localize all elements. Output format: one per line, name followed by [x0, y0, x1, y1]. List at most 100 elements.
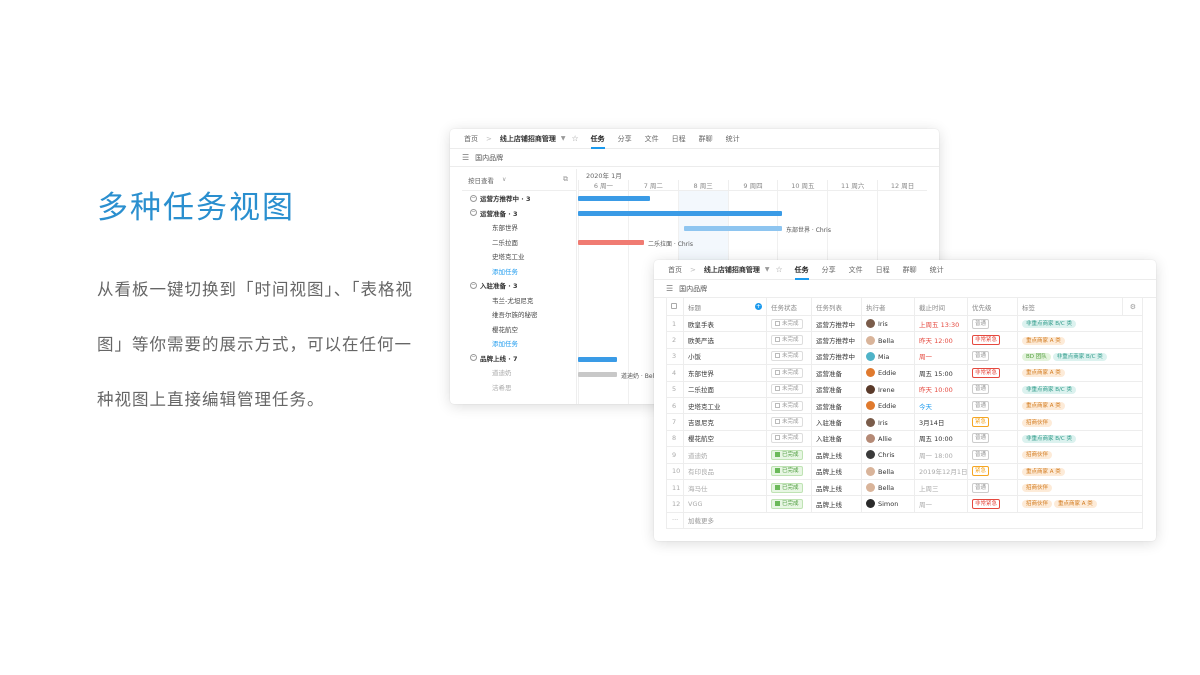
assignee-cell[interactable]: Irene — [861, 380, 915, 398]
load-more-link[interactable]: 加载更多 — [683, 511, 1143, 530]
gantt-group[interactable]: − 品牌上线 · 7 — [462, 351, 576, 366]
tags-cell[interactable]: 招商伙伴 — [1017, 446, 1143, 464]
due-date[interactable]: 昨天 10:00 — [914, 380, 968, 398]
status-cell[interactable]: 未完成 — [766, 396, 812, 415]
task-list[interactable]: 品牌上线 — [811, 478, 862, 497]
task-title[interactable]: 道迪奶 — [683, 446, 767, 464]
due-date[interactable]: 周一 — [914, 347, 968, 366]
task-list[interactable]: 品牌上线 — [811, 495, 862, 513]
checkbox-icon[interactable] — [775, 435, 780, 441]
status-badge[interactable]: 已完成 — [771, 498, 803, 509]
table-row[interactable]: 6 史塔克工业 未完成 运营准备 Eddie 今天 普通 重点商家 A 类 — [666, 396, 1143, 415]
gantt-bar[interactable] — [578, 211, 782, 216]
checkbox-icon[interactable] — [775, 402, 780, 408]
task-title[interactable]: 东部世界 — [683, 364, 767, 382]
tab-files[interactable]: 文件 — [645, 129, 659, 149]
assignee-cell[interactable]: Iris — [861, 314, 915, 333]
table-row[interactable]: 4 东部世界 未完成 运营准备 Eddie 周五 15:00 非常紧急 重点商家 A 类 — [666, 364, 1143, 382]
assignee-cell[interactable]: Chris — [861, 446, 915, 464]
task-title[interactable]: 樱花航空 — [683, 429, 767, 448]
status-cell[interactable]: 未完成 — [766, 429, 812, 448]
status-cell[interactable]: 已完成 — [766, 495, 812, 513]
status-badge[interactable]: 未完成 — [771, 335, 803, 346]
status-cell[interactable]: 已完成 — [766, 478, 812, 497]
checkbox-icon[interactable] — [775, 484, 780, 490]
task-list[interactable]: 品牌上线 — [811, 446, 862, 464]
tab-schedule[interactable]: 日程 — [672, 129, 686, 149]
tab-files[interactable]: 文件 — [849, 260, 863, 280]
task-title[interactable]: 吉恩尼克 — [683, 413, 767, 431]
status-badge[interactable]: 未完成 — [771, 384, 803, 395]
table-row[interactable]: 11 海马仕 已完成 品牌上线 Bella 上周三 普通 招商伙伴 — [666, 478, 1143, 497]
export-icon[interactable]: ⧉ — [563, 175, 568, 184]
due-date[interactable]: 周五 15:00 — [914, 364, 968, 382]
collapse-icon[interactable]: − — [470, 194, 477, 202]
status-badge[interactable]: 未完成 — [771, 351, 803, 362]
menu-icon[interactable]: ☰ — [666, 284, 673, 293]
tab-stats[interactable]: 统计 — [726, 129, 740, 149]
column-header-due[interactable]: 截止时间 — [914, 297, 968, 316]
checkbox-icon[interactable] — [775, 337, 780, 343]
table-row[interactable]: 12 VGG 已完成 品牌上线 Simon 周一 非常紧急 招商伙伴 重点商家 A 类 — [666, 495, 1143, 513]
status-badge[interactable]: 未完成 — [771, 367, 803, 378]
status-cell[interactable]: 未完成 — [766, 347, 812, 366]
tags-cell[interactable]: 非重点商家 B/C 类 — [1017, 429, 1143, 448]
status-badge[interactable]: 已完成 — [771, 482, 803, 493]
task-title[interactable]: 小饭 — [683, 347, 767, 366]
assignee-cell[interactable]: Mia — [861, 347, 915, 366]
task-list[interactable]: 运营准备 — [811, 380, 862, 398]
checkbox-icon[interactable] — [775, 353, 780, 359]
gantt-group[interactable]: − 入驻准备 · 3 — [462, 278, 576, 293]
tab-group-chat[interactable]: 群聊 — [699, 129, 713, 149]
task-list[interactable]: 运营方推荐中 — [811, 314, 862, 333]
tags-cell[interactable]: 重点商家 A 类 — [1017, 462, 1143, 480]
collapse-icon[interactable]: − — [470, 209, 477, 217]
priority-cell[interactable]: 普通 — [967, 446, 1018, 464]
priority-cell[interactable]: 普通 — [967, 380, 1018, 398]
task-title[interactable]: 海马仕 — [683, 478, 767, 497]
status-cell[interactable]: 未完成 — [766, 364, 812, 382]
priority-cell[interactable]: 非常紧急 — [967, 331, 1018, 349]
checkbox-icon[interactable] — [775, 386, 780, 392]
due-date[interactable]: 上周五 13:30 — [914, 314, 968, 333]
task-list[interactable]: 运营方推荐中 — [811, 347, 862, 366]
load-more-row[interactable]: ··· 加载更多 — [666, 511, 1143, 530]
table-row[interactable]: 2 欧美严选 未完成 运营方推荐中 Bella 昨天 12:00 非常紧急 重点商家 A 类 — [666, 331, 1143, 349]
checkbox-icon[interactable] — [775, 369, 780, 375]
gantt-task[interactable]: 维吾尔族的秘密 — [462, 307, 576, 322]
assignee-cell[interactable]: Eddie — [861, 396, 915, 415]
status-cell[interactable]: 未完成 — [766, 413, 812, 431]
checkbox-icon[interactable] — [775, 419, 780, 425]
assignee-cell[interactable]: Bella — [861, 478, 915, 497]
project-name[interactable]: 线上店铺招商管理 — [500, 134, 556, 144]
tab-tasks[interactable]: 任务 — [794, 260, 809, 280]
column-header-title[interactable]: 标题 + — [683, 297, 767, 316]
checkbox-icon[interactable] — [775, 451, 780, 457]
collapse-icon[interactable]: − — [470, 354, 477, 362]
menu-icon[interactable]: ☰ — [462, 153, 469, 162]
project-name[interactable]: 线上店铺招商管理 — [704, 265, 760, 275]
task-list[interactable]: 运营方推荐中 — [811, 331, 862, 349]
tab-group-chat[interactable]: 群聊 — [903, 260, 917, 280]
gantt-group[interactable]: − 运营方推荐中 · 3 — [462, 191, 576, 206]
column-header-list[interactable]: 任务列表 — [811, 297, 862, 316]
gantt-bar[interactable] — [578, 357, 617, 362]
assignee-cell[interactable]: Iris — [861, 413, 915, 431]
due-date[interactable]: 2019年12月1日 — [914, 462, 968, 480]
gantt-bar[interactable] — [578, 372, 617, 377]
gantt-bar[interactable] — [684, 226, 782, 231]
gear-icon[interactable]: ⚙ — [1130, 303, 1136, 311]
task-list[interactable]: 运营准备 — [811, 396, 862, 415]
task-title[interactable]: 二乐拉面 — [683, 380, 767, 398]
status-cell[interactable]: 已完成 — [766, 462, 812, 480]
due-date[interactable]: 3月14日 — [914, 413, 968, 431]
due-date[interactable]: 周一 18:00 — [914, 446, 968, 464]
due-date[interactable]: 昨天 12:00 — [914, 331, 968, 349]
priority-cell[interactable]: 普通 — [967, 478, 1018, 497]
collapse-icon[interactable]: − — [470, 281, 477, 289]
breadcrumb-home[interactable]: 首页 — [464, 134, 478, 144]
table-row[interactable]: 3 小饭 未完成 运营方推荐中 Mia 周一 普通 BD 团队 非重点商家 B/C 类 — [666, 347, 1143, 366]
tags-cell[interactable]: 重点商家 A 类 — [1017, 396, 1143, 415]
table-row[interactable]: 9 道迪奶 已完成 品牌上线 Chris 周一 18:00 普通 招商伙伴 — [666, 446, 1143, 464]
status-badge[interactable]: 未完成 — [771, 417, 803, 428]
